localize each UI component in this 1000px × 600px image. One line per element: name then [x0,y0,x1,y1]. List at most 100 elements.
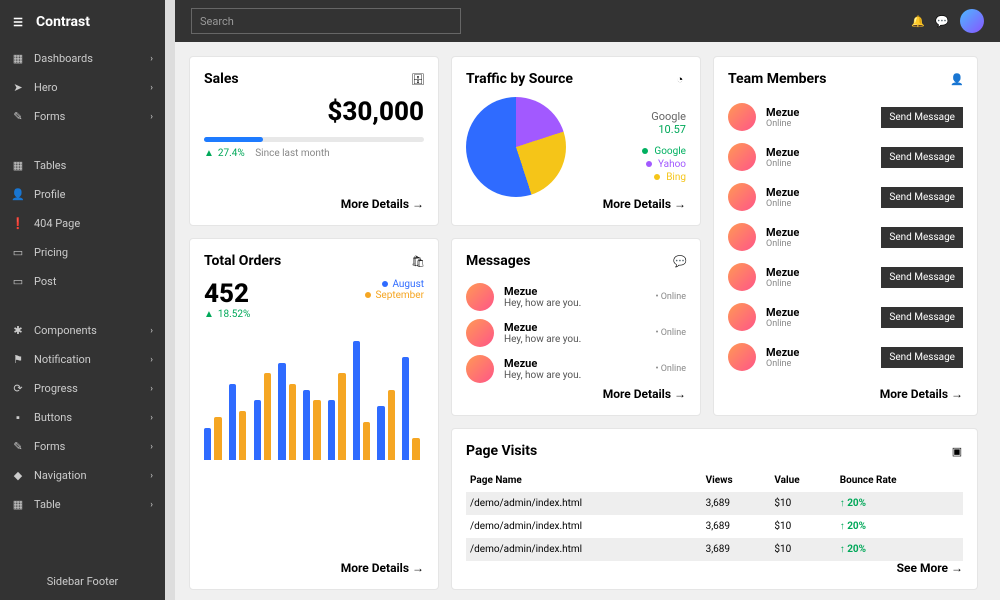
member-name: Mezue [766,186,799,199]
chat-icon[interactable]: 💬 [936,15,948,27]
send-message-button[interactable]: Send Message [881,107,963,128]
legend-dot [646,161,652,167]
card-title: Traffic by Source [466,71,573,87]
orders-legend: AugustSeptember [365,279,424,301]
message-name: Mezue [504,321,581,334]
sidebar-item-profile[interactable]: 👤Profile [0,180,165,209]
sidebar-item-navigation[interactable]: ◆Navigation› [0,461,165,490]
avatar [728,263,756,291]
sidebar-item-forms[interactable]: ✎Forms› [0,102,165,131]
menu-icon[interactable]: ☰ [12,16,24,28]
components-icon: ✱ [12,325,24,337]
sidebar-item-label: Post [34,275,56,288]
sidebar-item-404-page[interactable]: ❗404 Page [0,209,165,238]
sidebar-item-label: Pricing [34,246,68,259]
orders-card: Total Orders 🛍 452 ▲ 18.52% AugustSeptem… [189,238,439,590]
sidebar-item-dashboards[interactable]: ▦ Dashboards › [0,44,165,73]
bar [289,384,296,460]
brand: Contrast [36,14,90,30]
table-header: Views [702,469,771,492]
pricing-icon: ▭ [12,247,24,259]
legend-item: Bing [580,172,686,183]
send-message-button[interactable]: Send Message [881,267,963,288]
more-details-link[interactable]: More Details → [466,197,686,211]
bar [278,363,285,461]
sidebar-item-components[interactable]: ✱Components› [0,316,165,345]
avatar [728,343,756,371]
sidebar-item-table[interactable]: ▦Table› [0,490,165,519]
avatar [728,103,756,131]
comment-icon: 💬 [674,255,686,267]
message-text: Hey, how are you. [504,370,581,381]
more-details-link[interactable]: More Details → [466,387,686,401]
member-status: Online [766,319,799,329]
send-message-button[interactable]: Send Message [881,227,963,248]
sidebar-item-label: 404 Page [34,217,80,230]
card-title: Sales [204,71,239,87]
progress-fill [204,137,263,142]
sidebar-item-tables[interactable]: ▦ Tables [0,151,165,180]
message-row[interactable]: MezueHey, how are you.• Online [466,351,686,387]
table-icon: ▦ [12,499,24,511]
sidebar-item-hero[interactable]: ➤Hero› [0,73,165,102]
member-status: Online [766,279,799,289]
dashboards-icon: ▦ [12,53,24,65]
sidebar-item-post[interactable]: ▭ Post [0,267,165,296]
sidebar-item-pricing[interactable]: ▭ Pricing [0,238,165,267]
bar [388,390,395,460]
forms-icon: ✎ [12,441,24,453]
see-more-link[interactable]: See More → [466,561,963,575]
member-status: Online [766,119,799,129]
bar [328,400,335,460]
sidebar-item-label: Tables [34,159,66,172]
message-row[interactable]: MezueHey, how are you.• Online [466,279,686,315]
avatar [728,223,756,251]
sidebar-item-forms[interactable]: ✎Forms› [0,432,165,461]
team-row: MezueOnlineSend Message [728,217,963,257]
sidebar-item-label: Progress [34,382,78,395]
avatar [728,143,756,171]
legend-item: Yahoo [580,159,686,170]
search-input[interactable]: Search [191,8,461,34]
member-status: Online [766,239,799,249]
more-details-link[interactable]: More Details → [204,561,424,575]
send-message-button[interactable]: Send Message [881,307,963,328]
briefcase-icon: 🗄 [412,73,424,85]
send-message-button[interactable]: Send Message [881,347,963,368]
bar [338,373,345,460]
legend-dot [654,174,660,180]
sidebar-item-notification[interactable]: ⚑Notification› [0,345,165,374]
sidebar-item-label: Dashboards [34,52,93,65]
team-card: Team Members 👤 MezueOnlineSend MessageMe… [713,56,978,416]
traffic-legend: Google10.57 GoogleYahooBing [580,110,686,185]
send-message-button[interactable]: Send Message [881,187,963,208]
team-row: MezueOnlineSend Message [728,137,963,177]
bell-icon[interactable]: 🔔 [912,15,924,27]
hero-icon: ➤ [12,82,24,94]
tables-icon: ▦ [12,160,24,172]
bar-chart [204,330,424,460]
legend-item: August [365,279,424,290]
bar [363,422,370,460]
chevron-right-icon: › [150,413,153,423]
sidebar-item-progress[interactable]: ⟳Progress› [0,374,165,403]
more-details-link[interactable]: More Details → [728,387,963,401]
messages-card: Messages 💬 MezueHey, how are you.• Onlin… [451,238,701,416]
send-message-button[interactable]: Send Message [881,147,963,168]
message-row[interactable]: MezueHey, how are you.• Online [466,315,686,351]
bag-icon: 🛍 [412,255,424,267]
progress-track [204,137,424,142]
avatar [466,355,494,383]
pie-chart [466,97,566,197]
chevron-right-icon: › [150,54,153,64]
more-details-link[interactable]: More Details → [204,197,424,211]
legend-item: September [365,290,424,301]
scrollbar[interactable] [165,0,175,600]
orders-value: 452 [204,279,250,309]
sidebar: ☰ Contrast ▦Dashboards›➤Hero›✎Forms›▦Tab… [0,0,165,600]
avatar[interactable] [960,9,984,33]
member-status: Online [766,359,799,369]
chevron-right-icon: › [150,384,153,394]
sidebar-item-buttons[interactable]: ▪Buttons› [0,403,165,432]
post-icon: ▭ [12,276,24,288]
